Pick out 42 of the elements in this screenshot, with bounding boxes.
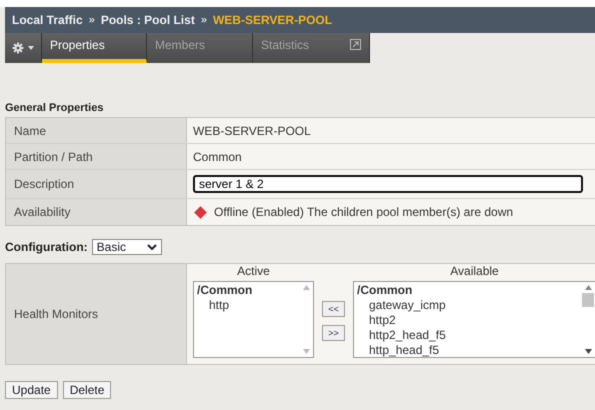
tab[interactable]: Properties [42, 33, 147, 63]
list-option[interactable]: /Common [197, 283, 296, 298]
caret-icon [28, 46, 34, 50]
property-value: WEB-SERVER-POOL [193, 124, 311, 138]
monitor-list[interactable]: /Common gateway_icmp http2 http2_head_f5 http_head_f5 [353, 281, 595, 358]
property-label: Availability [6, 199, 187, 225]
scroll-up-icon[interactable] [302, 285, 310, 290]
scroll-up-icon[interactable] [584, 285, 592, 290]
property-label: Description [6, 170, 187, 198]
monitor-list[interactable]: /Common http [193, 281, 314, 358]
property-label: Name [6, 118, 187, 143]
popout-icon[interactable] [350, 39, 361, 50]
page-title: WEB-SERVER-POOL [212, 13, 332, 27]
configuration-select[interactable]: Basic [92, 239, 162, 255]
breadcrumb-separator: » [200, 14, 208, 26]
status-text: Offline (Enabled) The children pool member(s) are down [214, 205, 514, 219]
list-option[interactable]: http2 [357, 313, 578, 328]
action-button[interactable]: Delete [62, 381, 112, 399]
list-option[interactable]: /Common [357, 283, 578, 298]
health-monitors-label: Health Monitors [6, 264, 187, 364]
section-title: General Properties [5, 101, 104, 116]
scrollbar-thumb[interactable] [582, 293, 594, 307]
description-field[interactable]: server 1 & 2 [193, 175, 583, 193]
gear-icon [12, 42, 24, 54]
list-option[interactable]: http2_head_f5 [357, 328, 578, 343]
breadcrumb-separator: » [88, 14, 96, 26]
list-option[interactable]: http [197, 298, 296, 313]
settings-menu-button[interactable] [5, 33, 42, 63]
breadcrumb-link[interactable]: Local Traffic [12, 13, 83, 27]
list-heading: Available [450, 264, 499, 280]
scroll-down-icon[interactable] [584, 349, 592, 354]
caret-icon [146, 244, 157, 250]
property-value: Common [193, 150, 242, 164]
move-button[interactable]: >> [322, 325, 345, 341]
list-option[interactable]: gateway_icmp [357, 298, 578, 313]
list-heading: Active [237, 264, 270, 280]
action-button[interactable]: Update [5, 381, 58, 399]
breadcrumb-link[interactable]: Pools : Pool List [100, 13, 195, 27]
list-option[interactable]: http_head_f5 [357, 343, 578, 358]
configuration-label: Configuration: [5, 240, 88, 254]
property-label: Partition / Path [6, 144, 187, 169]
move-button[interactable]: << [322, 301, 345, 317]
